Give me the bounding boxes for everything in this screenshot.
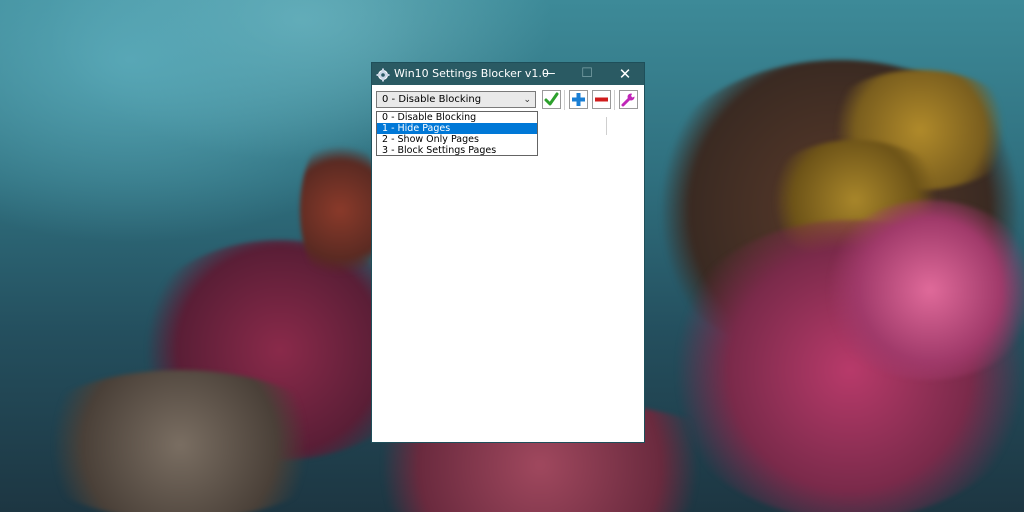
blocking-mode-dropdown-list: 0 - Disable Blocking 1 - Hide Pages 2 - … <box>376 111 538 156</box>
combo-selected-value: 0 - Disable Blocking <box>382 94 482 105</box>
coral-shape <box>820 200 1024 380</box>
settings-button[interactable] <box>619 90 638 109</box>
title-bar[interactable]: Win10 Settings Blocker v1.0 — ☐ ✕ <box>372 63 644 85</box>
minimize-button[interactable]: — <box>530 63 568 85</box>
maximize-button[interactable]: ☐ <box>568 63 606 85</box>
minus-icon <box>592 90 611 109</box>
add-button[interactable] <box>569 90 588 109</box>
chevron-down-icon: ⌄ <box>523 95 531 105</box>
remove-button[interactable] <box>592 90 611 109</box>
app-gear-icon <box>376 67 390 82</box>
content-area <box>372 111 644 442</box>
close-button[interactable]: ✕ <box>606 63 644 85</box>
seaweed-shape <box>300 130 380 290</box>
toolbar-separator <box>564 90 565 110</box>
toolbar-separator <box>614 90 615 110</box>
rock-shape <box>20 370 340 512</box>
plus-icon <box>569 90 588 109</box>
toolbar: 0 - Disable Blocking ⌄ <box>372 85 644 111</box>
app-window: Win10 Settings Blocker v1.0 — ☐ ✕ 0 - Di… <box>371 62 645 443</box>
option-hide-pages[interactable]: 1 - Hide Pages <box>377 123 537 134</box>
column-divider <box>606 117 607 135</box>
apply-button[interactable] <box>542 90 561 109</box>
option-show-only-pages[interactable]: 2 - Show Only Pages <box>377 134 537 145</box>
check-icon <box>542 90 561 109</box>
wrench-icon <box>619 90 638 109</box>
window-title: Win10 Settings Blocker v1.0 <box>394 67 549 80</box>
option-block-settings-pages[interactable]: 3 - Block Settings Pages <box>377 145 537 156</box>
blocking-mode-combo[interactable]: 0 - Disable Blocking ⌄ <box>376 91 536 108</box>
option-disable-blocking[interactable]: 0 - Disable Blocking <box>377 112 537 123</box>
